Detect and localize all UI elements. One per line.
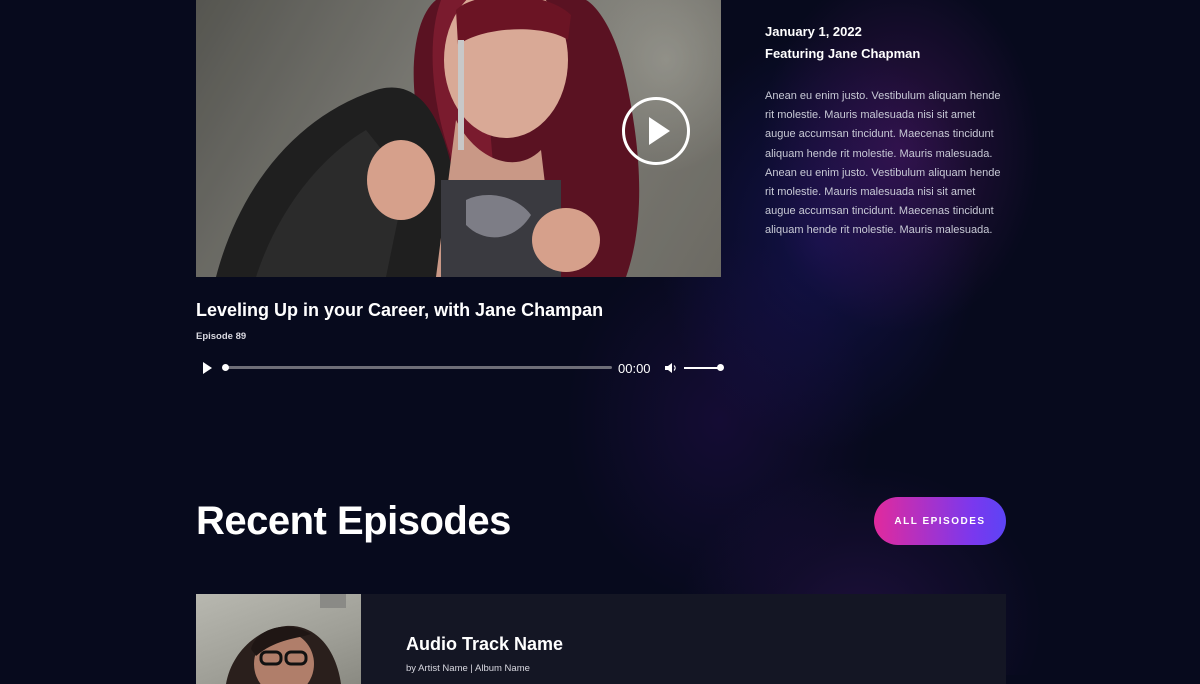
episode-date: January 1, 2022 [765,24,862,39]
featured-video-thumbnail[interactable] [196,0,721,277]
episode-card[interactable]: Audio Track Name by Artist Name | Album … [196,594,1006,684]
volume-slider[interactable] [684,364,724,371]
speaker-icon[interactable] [664,361,678,375]
section-heading: Recent Episodes [196,499,511,543]
featured-episode-title[interactable]: Leveling Up in your Career, with Jane Ch… [196,300,603,321]
audio-progress-bar[interactable] [222,364,612,371]
audio-player: 00:00 [196,356,730,380]
video-play-button[interactable] [622,97,690,165]
play-icon[interactable] [202,361,214,375]
episode-thumbnail-photo [226,594,346,684]
featured-episode-number: Episode 89 [196,331,247,342]
volume-handle[interactable] [717,364,724,371]
episode-featuring: Featuring Jane Chapman [765,46,921,61]
all-episodes-button[interactable]: ALL EPISODES [874,497,1006,545]
track-subtitle: by Artist Name | Album Name [406,663,530,674]
episode-description: Anean eu enim justo. Vestibulum aliquam … [765,90,1001,237]
play-circle-icon [649,117,670,145]
audio-time: 00:00 [618,361,651,376]
audio-progress-handle[interactable] [222,364,229,371]
episode-thumbnail[interactable] [196,594,361,684]
track-title[interactable]: Audio Track Name [406,634,563,655]
